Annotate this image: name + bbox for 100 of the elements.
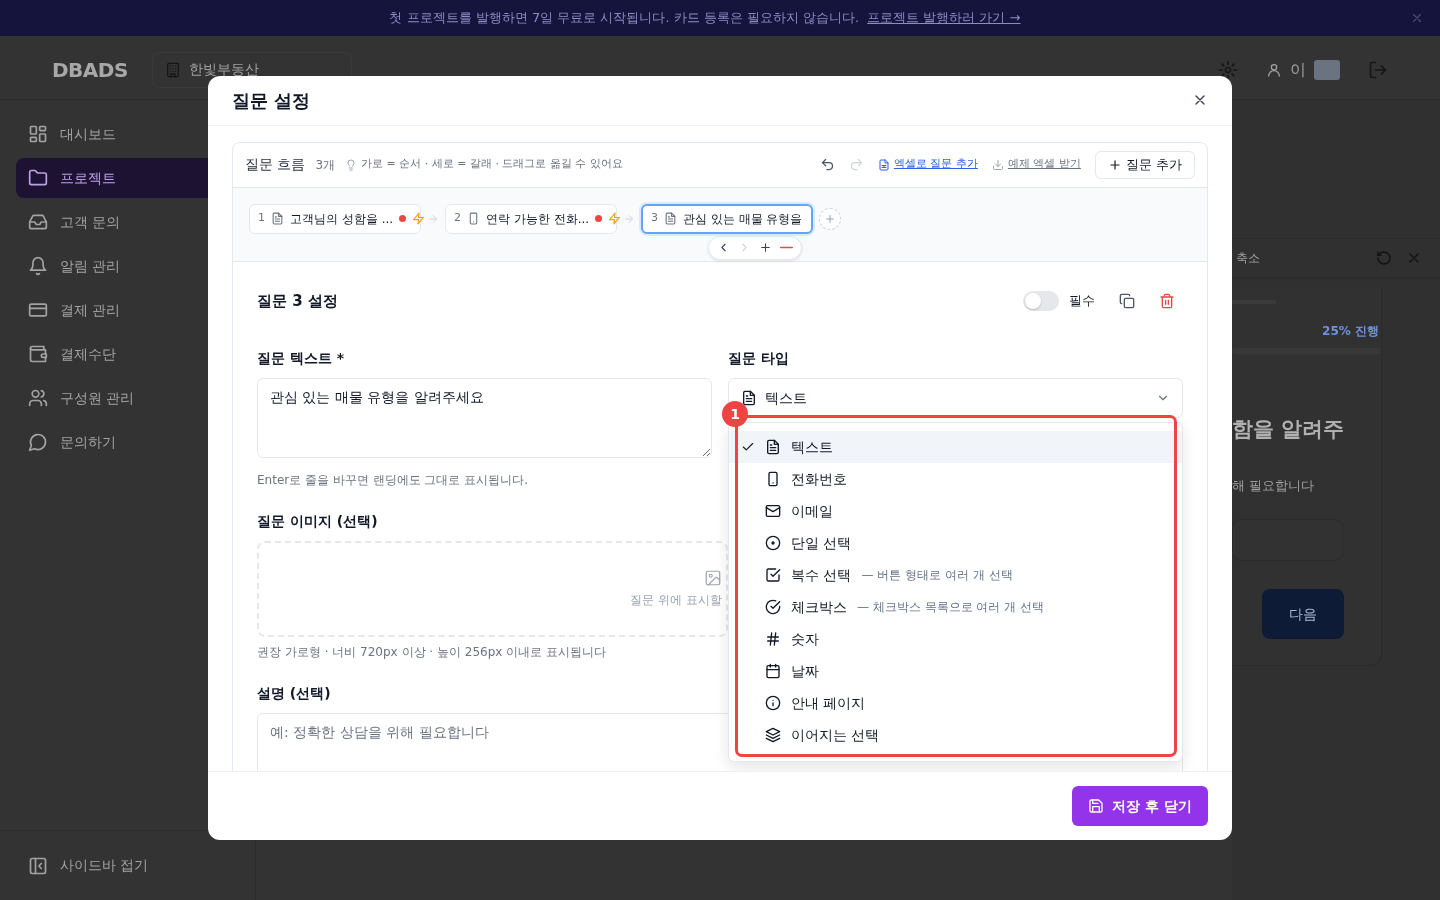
- document-icon: [741, 390, 757, 407]
- users-icon: [28, 388, 48, 408]
- type-option[interactable]: 숫자: [729, 623, 1182, 656]
- checkbox-icon: [765, 567, 781, 584]
- required-toggle[interactable]: [1023, 290, 1059, 311]
- save-icon: [1088, 798, 1105, 815]
- chat-bubble-icon: [28, 432, 48, 452]
- undo-button[interactable]: [819, 157, 835, 173]
- image-icon: [704, 569, 722, 588]
- document-icon: [765, 439, 781, 456]
- field-label: 질문 타입: [728, 349, 789, 369]
- sidebar-item[interactable]: 대시보드: [16, 114, 239, 154]
- required-label: 필수: [1069, 292, 1095, 311]
- redo-icon: [848, 157, 864, 173]
- type-option[interactable]: 복수 선택 — 버튼 형태로 여러 개 선택: [729, 559, 1182, 592]
- duplicate-button[interactable]: [1119, 292, 1135, 309]
- hash-icon: [765, 631, 781, 648]
- remove-button[interactable]: [780, 246, 793, 250]
- refresh-icon: [1376, 250, 1392, 266]
- grid-icon: [28, 124, 48, 144]
- phone-icon: [765, 471, 781, 488]
- add-question-button[interactable]: 질문 추가: [1094, 150, 1195, 179]
- shrink-label: 축소: [1236, 250, 1260, 267]
- sidebar-item[interactable]: 결제 관리: [16, 290, 239, 330]
- radio-icon: [765, 535, 781, 552]
- user-icon: [1266, 61, 1282, 78]
- arrow-right-icon: [427, 213, 439, 226]
- section-title: 질문 3 설정: [257, 290, 338, 312]
- add-button[interactable]: [759, 241, 772, 255]
- sidebar-item[interactable]: 고객 문의: [16, 202, 239, 242]
- banner-text: 첫 프로젝트를 발행하면 7일 무료로 시작됩니다. 카드 등록은 필요하지 않습니다.: [389, 9, 860, 28]
- question-count: 3개: [315, 156, 336, 174]
- node-number: 2: [454, 210, 461, 227]
- undo-icon: [819, 157, 835, 173]
- type-option[interactable]: 전화번호: [729, 463, 1182, 496]
- progress-label: 25% 진행: [1321, 323, 1380, 340]
- excel-import-link[interactable]: 엑셀로 질문 추가: [877, 156, 978, 173]
- question-node[interactable]: 2 연락 가능한 전화...: [445, 203, 617, 234]
- banner-link[interactable]: 프로젝트 발행하러 가기 →: [867, 8, 1021, 28]
- refresh-button[interactable]: [1376, 250, 1392, 266]
- field-label: 설명 (선택): [257, 684, 331, 704]
- sidebar-item[interactable]: 구성원 관리: [16, 378, 239, 418]
- preview-description: 해 필요합니다: [1232, 476, 1316, 495]
- sidebar-item[interactable]: 알림 관리: [16, 246, 239, 286]
- plus-icon: [824, 212, 836, 225]
- question-node[interactable]: 1 고객님의 성함을 ...: [249, 203, 421, 234]
- bell-icon: [28, 256, 48, 276]
- sample-download-link[interactable]: 예제 엑셀 받기: [991, 156, 1081, 173]
- next-button[interactable]: 다음: [1262, 589, 1344, 639]
- question-node[interactable]: 3 관심 있는 매물 유형을: [641, 203, 813, 234]
- spreadsheet-icon: [877, 158, 890, 171]
- add-node-button[interactable]: [819, 207, 841, 230]
- type-option[interactable]: 이어지는 선택: [729, 719, 1182, 752]
- logout-icon: [1368, 59, 1388, 80]
- field-hint: 권장 가로형 · 너비 720px 이상 · 높이 256px 이내로 표시됩니다: [257, 644, 608, 662]
- logout-button[interactable]: [1368, 59, 1388, 80]
- node-label: 연락 가능한 전화...: [486, 210, 590, 228]
- plus-icon: [1107, 157, 1122, 172]
- type-option[interactable]: 단일 선택: [729, 527, 1182, 560]
- delete-button[interactable]: [1159, 292, 1175, 309]
- field-hint: Enter로 줄을 바꾸면 랜딩에도 그대로 표시됩니다.: [257, 472, 530, 490]
- lightning-icon: [412, 212, 426, 226]
- copy-icon: [1119, 292, 1135, 309]
- field-label: 질문 이미지 (선택): [257, 512, 378, 532]
- document-icon: [271, 212, 284, 226]
- type-option[interactable]: 날짜: [729, 655, 1182, 688]
- envelope-icon: [765, 503, 781, 520]
- preview-heading: 함을 알려주: [1232, 416, 1346, 443]
- layers-icon: [765, 727, 781, 744]
- lightning-icon: [608, 212, 622, 226]
- trash-icon: [1159, 292, 1175, 309]
- check-circle-icon: [765, 599, 781, 616]
- sidebar-item[interactable]: 결제수단: [16, 334, 239, 374]
- type-option[interactable]: 체크박스 — 체크박스 목록으로 여러 개 선택: [729, 591, 1182, 624]
- folder-icon: [28, 168, 48, 188]
- annotation-badge: 1: [722, 401, 748, 428]
- wallet-icon: [28, 344, 48, 364]
- question-text-field[interactable]: 관심 있는 매물 유형을 알려주세요: [257, 378, 712, 459]
- logo: DBADS: [52, 56, 128, 84]
- inbox-icon: [28, 212, 48, 232]
- type-option[interactable]: 텍스트: [729, 431, 1182, 464]
- preview-input[interactable]: [1232, 519, 1343, 561]
- name-mask: [1314, 59, 1340, 80]
- credit-card-icon: [28, 300, 48, 320]
- close-icon: [1410, 11, 1424, 25]
- arrow-right-icon: [623, 213, 635, 226]
- type-option[interactable]: 이메일: [729, 495, 1182, 528]
- node-number: 3: [651, 210, 658, 227]
- option-description: — 체크박스 목록으로 여러 개 선택: [857, 599, 1045, 617]
- flow-title: 질문 흐름: [245, 155, 306, 175]
- option-description: — 버튼 형태로 여러 개 선택: [861, 567, 1013, 585]
- node-label: 고객님의 성함을 ...: [290, 210, 394, 228]
- download-icon: [991, 158, 1004, 171]
- sidebar-item[interactable]: 문의하기: [16, 422, 239, 462]
- minus-icon: [780, 246, 793, 250]
- plus-icon: [759, 241, 772, 255]
- phone-icon: [467, 212, 480, 226]
- field-label: 질문 텍스트 *: [257, 349, 345, 369]
- modal-title: 질문 설정: [232, 88, 311, 113]
- save-close-button[interactable]: 저장 후 닫기: [1072, 786, 1208, 827]
